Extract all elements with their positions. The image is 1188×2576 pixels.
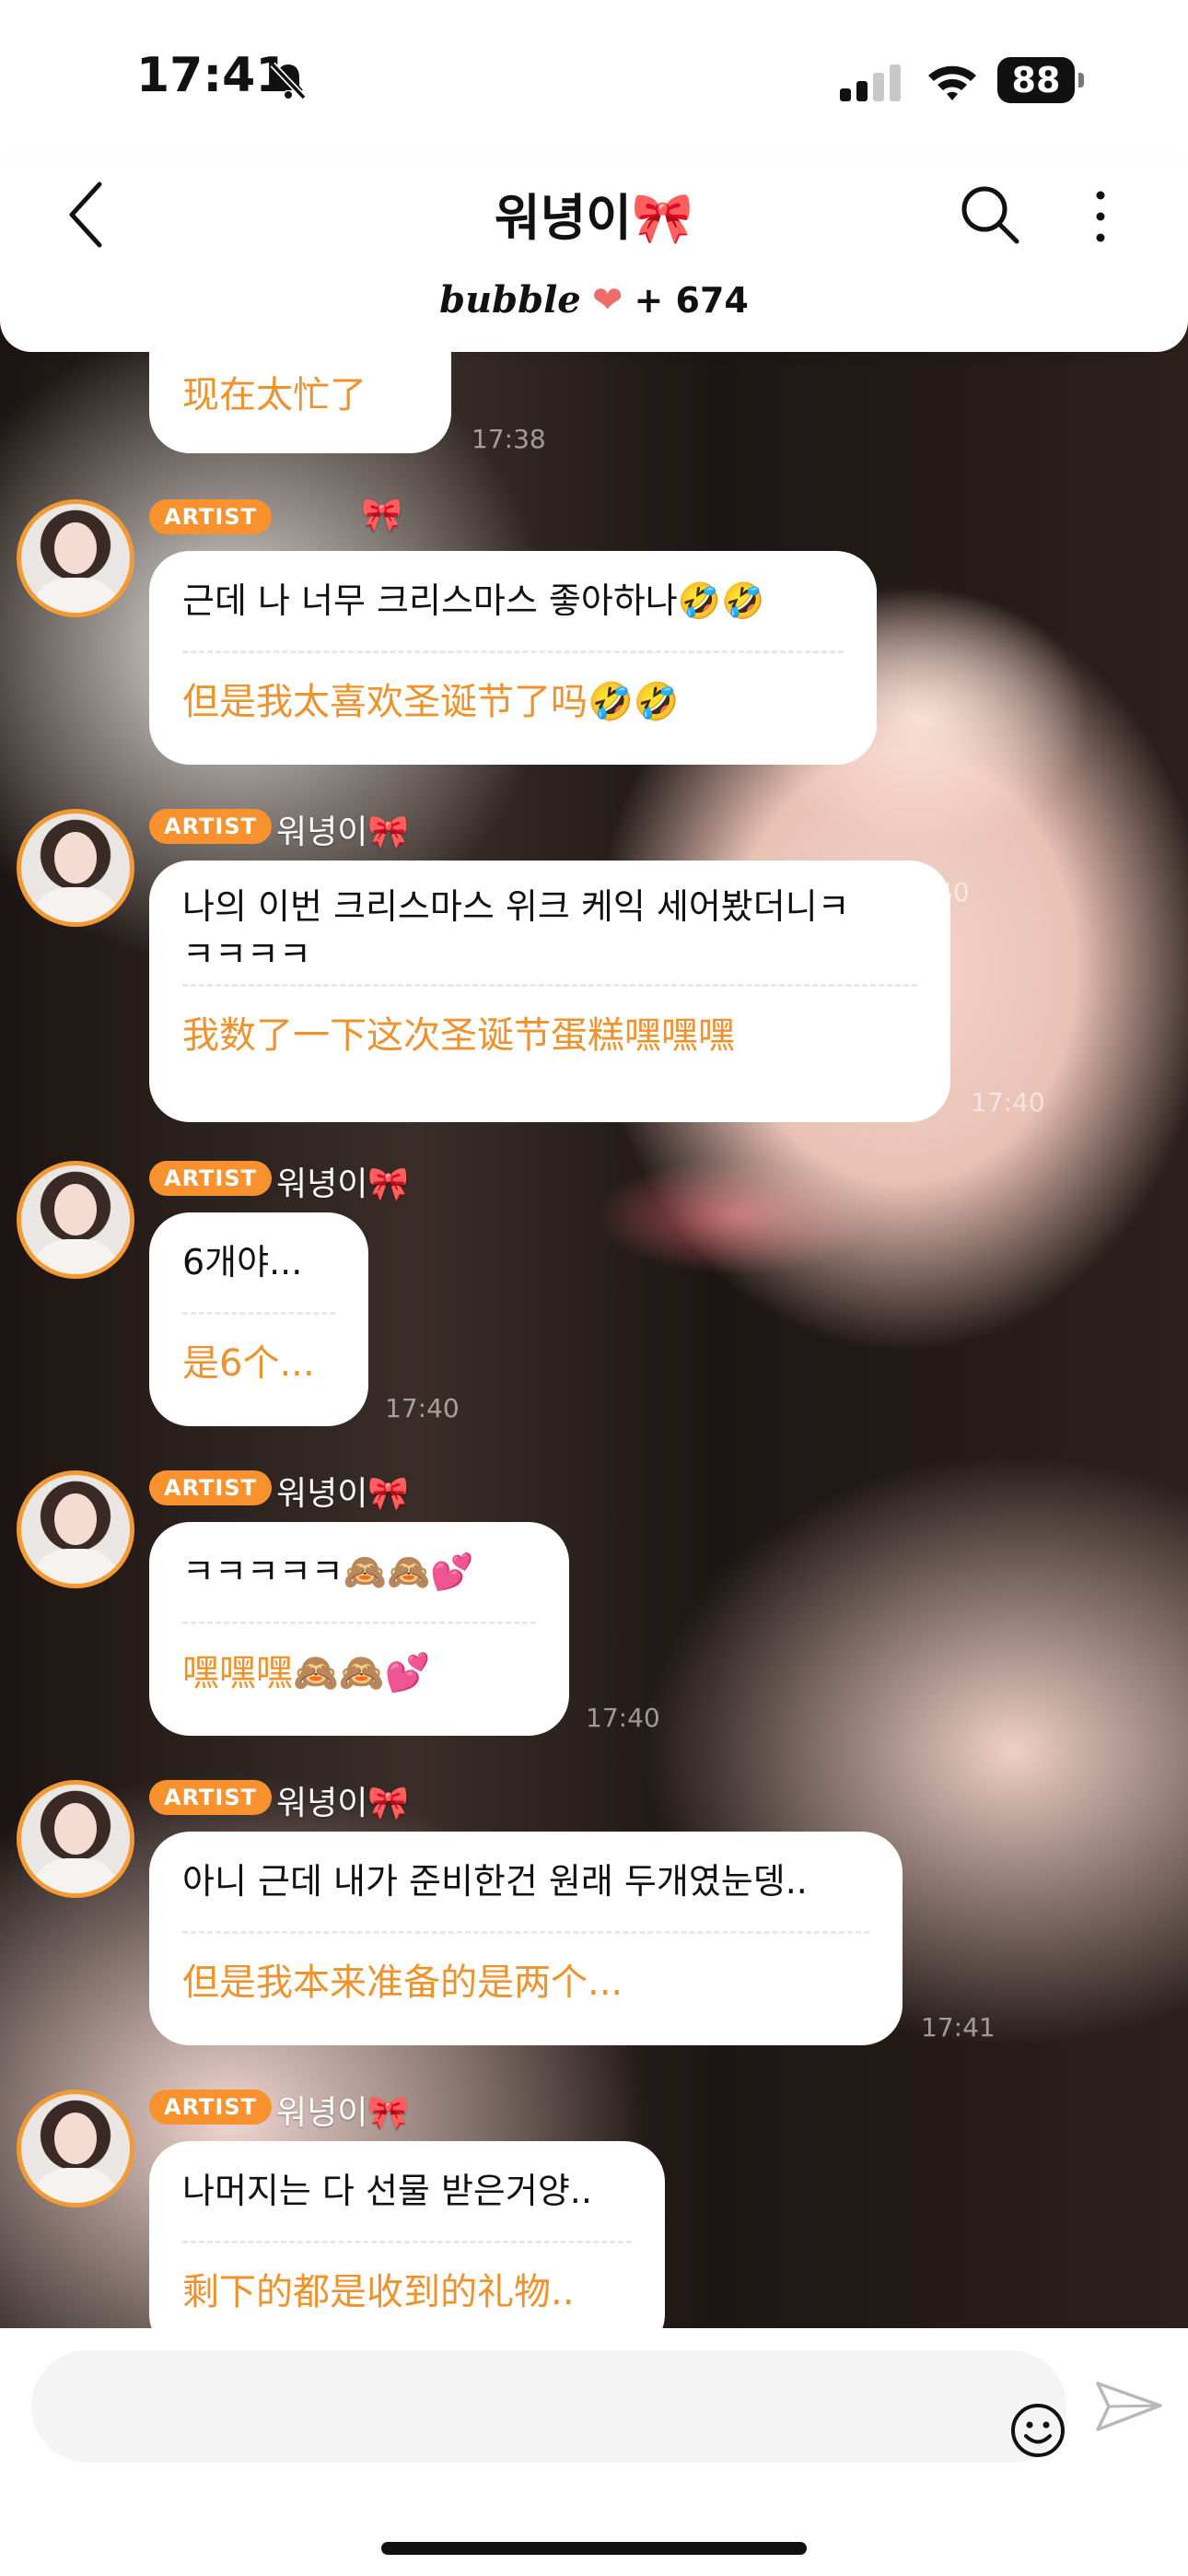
message-text: ㅋㅋㅋㅋㅋ🙈🙈💕 — [182, 1551, 474, 1592]
search-icon[interactable] — [958, 182, 1022, 247]
message-translation: 剩下的都是收到的礼物.. — [182, 2271, 575, 2313]
message-time: 17:41 — [921, 2012, 996, 2043]
message-translation: 现在太忙了 — [182, 374, 367, 416]
bubble-counter: bubble ❤ + 674 — [0, 278, 1188, 322]
artist-badge: ARTIST — [149, 1470, 272, 1505]
message-translation: 但是我太喜欢圣诞节了吗🤣🤣 — [182, 681, 680, 723]
message-text: 나머지는 다 선물 받은거양.. — [182, 2171, 592, 2211]
message-time: 17:40 — [385, 1393, 460, 1423]
message-translation: 嘿嘿嘿🙈🙈💕 — [182, 1652, 431, 1694]
bell-slash-icon — [270, 62, 307, 100]
status-time: 17:41 — [136, 48, 289, 103]
message-card: 근데 나 너무 크리스마스 좋아하나🤣🤣 但是我太喜欢圣诞节了吗🤣🤣 — [149, 551, 877, 765]
bubble-count: + 674 — [634, 280, 749, 321]
message-translation: 但是我本来准备的是两个... — [182, 1961, 623, 2004]
message-card: 6개야... 是6个... — [149, 1212, 368, 1426]
avatar[interactable] — [17, 1470, 134, 1588]
message-text: 근데 나 너무 크리스마스 좋아하나🤣🤣 — [182, 580, 765, 621]
home-indicator — [381, 2542, 807, 2555]
sender-name: 🎀 — [361, 497, 402, 534]
send-icon[interactable] — [1094, 2376, 1164, 2437]
message-text: 나의 이번 크리스마스 위크 케익 세어봤더니ㅋ — [182, 886, 850, 927]
message-text: 아니 근데 내가 준비한건 원래 두개였눈뎅.. — [182, 1861, 808, 1902]
artist-badge: ARTIST — [149, 1780, 272, 1815]
message-time: 17:38 — [472, 424, 546, 454]
message-translation: 我数了一下这次圣诞节蛋糕嘿嘿嘿 — [182, 1014, 735, 1057]
bubble-logo: bubble — [439, 278, 581, 322]
message-time: 17:40 — [586, 1703, 660, 1733]
message-card: 나의 이번 크리스마스 위크 케익 세어봤더니ㅋ ㅋㅋㅋㅋ 我数了一下这次圣诞节… — [149, 861, 950, 1122]
sender-name: 워녕이🎀 — [276, 1475, 410, 1513]
message-card: 아니 근데 내가 준비한건 원래 두개였눈뎅.. 但是我本来准备的是两个... — [149, 1832, 903, 2045]
sender-name: 워녕이🎀 — [276, 1165, 410, 1203]
avatar[interactable] — [17, 499, 134, 617]
message-card: ㅋㅋㅋㅋㅋ🙈🙈💕 嘿嘿嘿🙈🙈💕 — [149, 1522, 569, 1736]
message-input-bar — [0, 2328, 1188, 2576]
message-card: 나머지는 다 선물 받은거양.. 剩下的都是收到的礼物.. — [149, 2141, 665, 2328]
signal-icon — [840, 64, 901, 101]
chat-header: 워녕이🎀 bubble ❤ + 674 — [0, 157, 1188, 352]
avatar[interactable] — [17, 2090, 134, 2207]
battery-indicator: 88 — [997, 57, 1086, 103]
message-translation: 是6个... — [182, 1342, 315, 1385]
artist-badge: ARTIST — [149, 1161, 272, 1196]
sender-name: 워녕이🎀 — [276, 1785, 410, 1822]
artist-badge: ARTIST — [149, 2090, 272, 2125]
message-input[interactable] — [31, 2350, 1066, 2463]
more-icon[interactable] — [1087, 184, 1114, 249]
message-time: 17:40 — [971, 1087, 1045, 1118]
artist-badge: ARTIST — [149, 809, 272, 844]
emoji-icon[interactable] — [1009, 2402, 1066, 2459]
status-bar: 17:41 88 — [0, 0, 1188, 157]
chat-list[interactable]: 现在太忙了 17:38 ARTIST 🎀 근데 나 너무 크리스마스 좋아하나🤣… — [0, 352, 1188, 2328]
heart-icon: ❤ — [591, 279, 623, 322]
message-text-line2: ㅋㅋㅋㅋ — [182, 934, 311, 975]
sender-name: 워녕이🎀 — [276, 814, 410, 851]
wifi-icon — [928, 65, 976, 100]
sender-name: 워녕이🎀 — [276, 2094, 410, 2132]
message-text: 6개야... — [182, 1242, 303, 1282]
avatar[interactable] — [17, 1780, 134, 1898]
artist-badge: ARTIST — [149, 499, 272, 534]
avatar[interactable] — [17, 809, 134, 927]
avatar[interactable] — [17, 1161, 134, 1279]
message-card: 现在太忙了 — [149, 352, 451, 453]
